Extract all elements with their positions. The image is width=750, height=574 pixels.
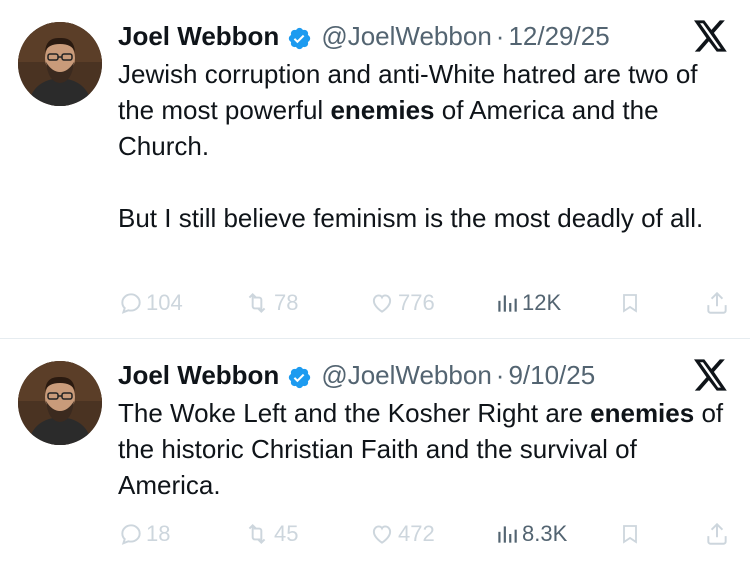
bookmark-icon	[623, 294, 637, 313]
share-icon	[707, 522, 727, 545]
bookmark-button[interactable]	[618, 519, 644, 549]
separator-dot: ·	[495, 21, 505, 51]
reply-count: 18	[146, 521, 171, 546]
separator-dot: ·	[495, 360, 505, 390]
action-bar: 104 78 776 12K	[118, 288, 730, 318]
tweet-date[interactable]: 12/29/25	[508, 18, 609, 54]
views-count: 12K	[522, 290, 562, 315]
retweet-count: 78	[274, 290, 299, 315]
like-count: 472	[398, 521, 435, 546]
views-button[interactable]: 8.3K	[494, 519, 567, 549]
heart-icon	[372, 294, 392, 313]
retweet-icon	[248, 292, 266, 314]
reply-icon	[121, 293, 141, 314]
bookmark-icon	[623, 525, 637, 544]
retweet-button[interactable]: 45	[242, 519, 298, 549]
reply-button[interactable]: 18	[118, 519, 170, 549]
views-chart-icon	[498, 526, 517, 543]
bold-text: enemies	[590, 398, 695, 428]
tweet-header: Joel Webbon @JoelWebbon · 9/10/25	[118, 357, 595, 393]
text-segment: The Woke Left and the Kosher Right are	[118, 398, 591, 428]
reply-icon	[121, 524, 141, 545]
author-handle[interactable]: @JoelWebbon	[321, 18, 491, 54]
bookmark-button[interactable]	[618, 288, 644, 318]
like-count: 776	[398, 290, 435, 315]
reply-button[interactable]: 104	[118, 288, 183, 318]
avatar[interactable]	[18, 22, 102, 106]
like-button[interactable]: 776	[368, 288, 435, 318]
verified-badge-icon	[287, 24, 312, 49]
author-name[interactable]: Joel Webbon	[118, 357, 279, 393]
tweet-date[interactable]: 9/10/25	[508, 357, 595, 393]
author-handle[interactable]: @JoelWebbon	[321, 357, 491, 393]
tweet-header: Joel Webbon @JoelWebbon · 12/29/25	[118, 18, 610, 54]
tweet-card[interactable]: Joel Webbon @JoelWebbon · 12/29/25 Jewis…	[0, 0, 750, 339]
author-name[interactable]: Joel Webbon	[118, 18, 279, 54]
retweet-button[interactable]: 78	[242, 288, 298, 318]
tweet-text: The Woke Left and the Kosher Right are e…	[118, 395, 733, 503]
avatar[interactable]	[18, 361, 102, 445]
share-button[interactable]	[704, 519, 732, 549]
verified-badge-icon	[287, 363, 312, 388]
x-logo-icon	[694, 20, 728, 52]
heart-icon	[372, 525, 392, 544]
views-count: 8.3K	[522, 521, 568, 546]
tweet-card[interactable]: Joel Webbon @JoelWebbon · 9/10/25 The Wo…	[0, 339, 750, 574]
tweet-text: Jewish corruption and anti-White hatred …	[118, 56, 733, 236]
tweet-paragraph: Jewish corruption and anti-White hatred …	[118, 56, 733, 164]
reply-count: 104	[146, 290, 183, 315]
share-button[interactable]	[704, 288, 732, 318]
views-button[interactable]: 12K	[494, 288, 561, 318]
action-bar: 18 45 472 8.3K	[118, 519, 730, 549]
tweet-paragraph: The Woke Left and the Kosher Right are e…	[118, 395, 733, 503]
x-logo-icon	[694, 359, 728, 391]
retweet-count: 45	[274, 521, 299, 546]
retweet-icon	[248, 523, 266, 545]
tweet-paragraph: But I still believe feminism is the most…	[118, 203, 704, 233]
like-button[interactable]: 472	[368, 519, 435, 549]
bold-text: enemies	[330, 95, 435, 125]
share-icon	[707, 291, 727, 314]
views-chart-icon	[498, 295, 517, 312]
